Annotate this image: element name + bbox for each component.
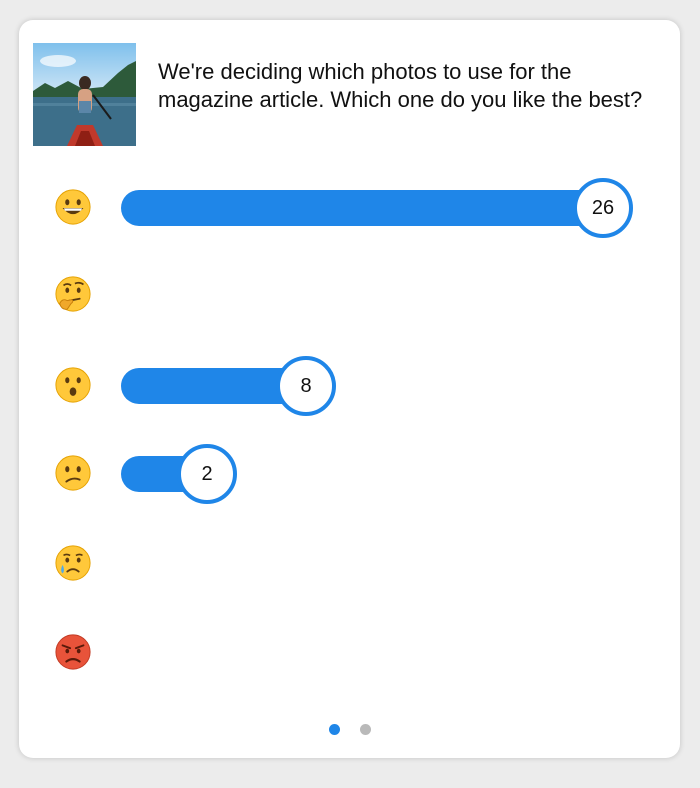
vote-count-bubble: 8 — [276, 356, 336, 416]
poll-option-angry[interactable] — [19, 617, 680, 689]
hushed-face-icon — [55, 367, 91, 403]
vote-bar — [121, 190, 601, 226]
page-dot-2[interactable] — [359, 724, 371, 735]
vote-count-bubble: 26 — [573, 178, 633, 238]
vote-bar — [121, 368, 301, 404]
vote-count-bubble: 2 — [177, 444, 237, 504]
poll-question: We're deciding which photos to use for t… — [158, 59, 643, 112]
poll-option-crying[interactable] — [19, 528, 680, 600]
thinking-face-icon — [55, 276, 91, 312]
poll-option-hushed[interactable]: 8 — [19, 350, 680, 422]
page-dot-1[interactable] — [328, 724, 340, 735]
angry-face-icon — [55, 634, 91, 670]
confused-face-icon — [55, 455, 91, 491]
poll-option-grinning[interactable]: 26 — [19, 172, 680, 244]
poll-option-thinking[interactable] — [19, 259, 680, 331]
poll-option-confused[interactable]: 2 — [19, 438, 680, 510]
crying-face-icon — [55, 545, 91, 581]
poll-photo-thumbnail[interactable] — [33, 43, 136, 146]
poll-card: We're deciding which photos to use for t… — [19, 20, 680, 758]
page-indicator — [19, 724, 680, 736]
grinning-face-icon — [55, 189, 91, 225]
